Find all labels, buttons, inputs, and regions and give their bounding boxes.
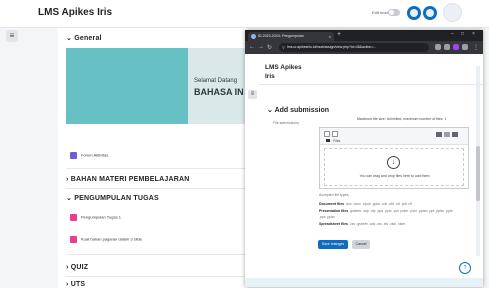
drop-zone-text: You can drag and drop files here to add … (359, 174, 431, 178)
section-uts[interactable]: › UTS (66, 281, 85, 288)
file-picker: Files ↓ You can drag and drop files here… (319, 127, 469, 189)
maximize-icon[interactable]: □ (461, 31, 464, 37)
assignment-icon (70, 236, 77, 243)
view-icons-icon[interactable] (436, 132, 442, 137)
popup-footer (245, 278, 483, 287)
presentation-files-line-2: .pps .ppsx (319, 215, 335, 219)
banner-line1: Selamat Datang (194, 78, 238, 84)
cancel-button[interactable]: Cancel (352, 240, 370, 249)
accepted-types-label: Accepted file types: (319, 193, 350, 197)
forward-icon[interactable]: → (258, 44, 264, 50)
course-index-menu-icon[interactable]: ≡ (6, 30, 18, 42)
notification-bell-icon[interactable] (407, 6, 421, 20)
tab-bar: ID-2023-20XX: Pengumpulan × + – □ × (245, 30, 483, 41)
file-picker-toolbar: Files (320, 128, 468, 145)
page-scrollbar[interactable] (476, 66, 480, 256)
drop-zone[interactable]: ↓ You can drag and drop files here to ad… (324, 148, 464, 186)
section-tugas[interactable]: ⌄ PENGUMPULAN TUGAS (66, 194, 159, 202)
zoom-icon[interactable] (435, 44, 441, 50)
site-title[interactable]: LMS Apikes Iris (38, 7, 112, 18)
activity-tugas2[interactable]: Kuat bahan pagaran dalam 3 slide (70, 236, 142, 243)
spreadsheet-files-line: Spreadsheet files .csv .gsheet .ods .ots… (319, 222, 406, 226)
max-file-info: Maximum file size: Unlimited, maximum nu… (357, 117, 447, 121)
back-icon[interactable]: ← (249, 44, 255, 50)
help-button[interactable]: ? (459, 262, 471, 274)
view-list-icon[interactable] (444, 132, 450, 137)
activity-tugas1[interactable]: Pengumpulan Tugas 1 (70, 214, 121, 221)
page-heading: ⌄ Add submission (267, 107, 330, 114)
banner-line2: BAHASA IN (194, 87, 244, 97)
document-files-line: Document files .doc .docx .epub .gdoc .o… (319, 202, 412, 206)
create-folder-icon[interactable] (332, 131, 338, 137)
messages-icon[interactable] (423, 6, 437, 20)
top-navbar: LMS Apikes Iris Edit mode (0, 0, 489, 28)
lock-icon: ⚲ (282, 45, 285, 50)
folder-icon (326, 139, 330, 142)
new-tab-icon[interactable]: + (337, 31, 341, 38)
activity-forum[interactable]: Forum Aktivitas (70, 152, 108, 159)
minimize-icon[interactable]: – (451, 31, 454, 37)
forum-icon (70, 152, 77, 159)
file-submissions-label: File submissions (273, 121, 299, 125)
popup-drawer-menu-icon[interactable]: ≡ (248, 90, 257, 99)
section-quiz[interactable]: › QUIZ (66, 264, 88, 271)
user-avatar[interactable] (443, 3, 462, 22)
close-tab-icon[interactable]: × (329, 32, 331, 41)
favicon-icon (251, 34, 256, 39)
browser-toolbar: ← → ↻ ⚲ lms.ur.apikesiris.id/mod/assign/… (245, 41, 483, 54)
view-tree-icon[interactable] (452, 132, 458, 137)
address-bar[interactable]: ⚲ lms.ur.apikesiris.id/mod/assign/view.p… (279, 43, 429, 52)
save-changes-button[interactable]: Save changes (318, 240, 348, 249)
downloads-icon[interactable] (462, 44, 468, 50)
assignment-icon (70, 214, 77, 221)
course-banner: Selamat Datang BAHASA IN (66, 48, 248, 124)
files-label[interactable]: Files (333, 139, 340, 143)
close-window-icon[interactable]: × (472, 31, 475, 37)
section-bahan[interactable]: › BAHAN MATERI PEMBELAJARAN (66, 176, 190, 183)
course-content: ⌄ General Selamat Datang BAHASA IN Forum… (58, 28, 248, 288)
more-menu-icon[interactable]: ⋮ (473, 44, 479, 51)
edit-mode-toggle[interactable] (388, 9, 400, 16)
presentation-files-line: Presentation files .gslides .odp .otp .p… (319, 209, 453, 213)
browser-tab[interactable]: ID-2023-20XX: Pengumpulan × (248, 32, 334, 41)
popup-site-title[interactable]: LMS Apikes Iris (265, 63, 305, 81)
section-general[interactable]: ⌄ General (66, 34, 102, 42)
add-file-icon[interactable] (324, 131, 330, 137)
download-arrow-icon: ↓ (387, 156, 400, 169)
extension-icon[interactable] (453, 44, 459, 50)
bookmark-icon[interactable] (444, 44, 450, 50)
reload-icon[interactable]: ↻ (267, 44, 272, 51)
browser-popup-window: ID-2023-20XX: Pengumpulan × + – □ × ← → … (245, 30, 483, 287)
